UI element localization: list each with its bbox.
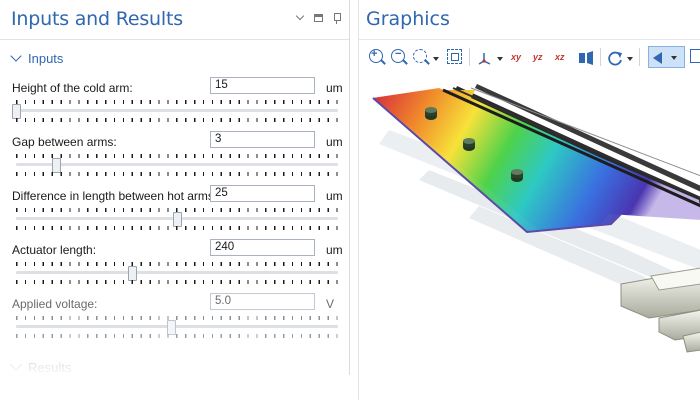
- inputs-results-panel: Inputs and Results Inputs Height of the …: [0, 0, 350, 375]
- slider-thumb[interactable]: [127, 266, 137, 281]
- slider-ticks: [16, 226, 338, 230]
- applied-voltage-row: Applied voltage: 5.0 V: [0, 293, 349, 339]
- graphics-panel: Graphics + − xy yz xz: [358, 0, 700, 400]
- zoom-box-icon[interactable]: [413, 49, 429, 67]
- gap-between-arms-slider[interactable]: [16, 154, 338, 176]
- actuator-length-slider[interactable]: [16, 262, 338, 284]
- slider-track: [16, 271, 338, 274]
- slider-ticks: [16, 172, 338, 176]
- rotate-icon[interactable]: [607, 49, 625, 67]
- actuator-length-label: Actuator length:: [12, 243, 97, 257]
- height-cold-arm-input[interactable]: 15: [210, 77, 315, 94]
- pin-icon[interactable]: [332, 13, 342, 24]
- axis-orientation-icon[interactable]: [476, 49, 494, 67]
- height-cold-arm-label: Height of the cold arm:: [12, 81, 133, 95]
- results-section-label: Results: [28, 359, 72, 375]
- actuator-length-unit: um: [326, 243, 343, 257]
- thermal-actuator-render: [372, 84, 700, 353]
- slider-ticks: [16, 316, 338, 320]
- slider-ticks: [16, 154, 338, 158]
- gap-between-arms-unit: um: [326, 135, 343, 149]
- height-cold-arm-unit: um: [326, 81, 343, 95]
- actuator-length-input[interactable]: 240: [210, 239, 315, 256]
- applied-voltage-input[interactable]: 5.0: [210, 293, 315, 310]
- frame-icon[interactable]: [690, 49, 700, 63]
- height-cold-arm-row: Height of the cold arm: 15 um: [0, 77, 349, 123]
- zoom-in-icon[interactable]: +: [369, 48, 385, 67]
- go-to-view-icon[interactable]: [578, 49, 594, 67]
- xz-view-label: xz: [555, 52, 565, 62]
- toolbar-separator: [469, 48, 470, 66]
- panel-header: Inputs and Results: [0, 0, 349, 40]
- chevron-down-icon[interactable]: [295, 13, 305, 23]
- toolbar-separator: [600, 48, 601, 66]
- hot-arm-length-diff-input[interactable]: 25: [210, 185, 315, 202]
- applied-voltage-slider[interactable]: [16, 316, 338, 338]
- chevron-down-icon[interactable]: [433, 57, 439, 61]
- speaker-icon: [653, 52, 662, 64]
- slider-ticks: [16, 118, 338, 122]
- graphics-header: Graphics: [359, 0, 700, 40]
- results-section-header[interactable]: Results: [0, 355, 349, 375]
- restore-window-icon[interactable]: [314, 14, 323, 22]
- hot-arm-length-diff-row: Difference in length between hot arms: 2…: [0, 185, 349, 231]
- hot-arm-length-diff-label: Difference in length between hot arms:: [12, 189, 218, 203]
- graphics-title: Graphics: [366, 8, 450, 30]
- caret-down-icon: [10, 359, 22, 371]
- hot-arm-length-diff-unit: um: [326, 189, 343, 203]
- slider-track: [16, 325, 338, 328]
- actuator-length-row: Actuator length: 240 um: [0, 239, 349, 285]
- height-cold-arm-slider[interactable]: [12, 100, 338, 122]
- slider-ticks: [16, 334, 338, 338]
- slider-ticks: [16, 280, 338, 284]
- applied-voltage-label: Applied voltage:: [12, 297, 98, 311]
- yz-view-icon[interactable]: yz: [533, 49, 549, 67]
- caret-down-icon: [10, 50, 22, 62]
- graphics-toolbar: + − xy yz xz: [359, 46, 700, 70]
- slider-thumb[interactable]: [166, 320, 176, 335]
- chevron-down-icon[interactable]: [627, 57, 633, 61]
- speaker-toggle-button[interactable]: [648, 46, 685, 68]
- zoom-extents-icon[interactable]: [447, 49, 463, 67]
- yz-view-label: yz: [533, 52, 543, 62]
- gap-between-arms-label: Gap between arms:: [12, 135, 117, 149]
- hot-arm-length-diff-slider[interactable]: [16, 208, 338, 230]
- xy-view-label: xy: [511, 52, 522, 62]
- toolbar-separator: [639, 48, 640, 66]
- xz-view-icon[interactable]: xz: [555, 49, 571, 67]
- panel-title: Inputs and Results: [11, 8, 183, 30]
- xy-view-icon[interactable]: xy: [511, 49, 527, 67]
- slider-thumb[interactable]: [173, 212, 182, 227]
- slider-ticks: [16, 262, 338, 266]
- chevron-down-icon[interactable]: [497, 57, 503, 61]
- gap-between-arms-input[interactable]: 3: [210, 131, 315, 148]
- slider-track: [16, 109, 338, 112]
- slider-ticks: [16, 100, 338, 104]
- slider-track: [16, 163, 338, 166]
- applied-voltage-unit: V: [326, 297, 335, 311]
- gap-between-arms-row: Gap between arms: 3 um: [0, 131, 349, 177]
- inputs-section-label: Inputs: [28, 50, 64, 66]
- chevron-down-icon[interactable]: [671, 56, 677, 60]
- panel-header-controls: [295, 13, 342, 24]
- slider-thumb[interactable]: [52, 158, 62, 173]
- zoom-out-icon[interactable]: −: [391, 48, 407, 67]
- slider-thumb[interactable]: [12, 104, 21, 119]
- graphics-viewport[interactable]: [359, 74, 700, 400]
- inputs-section-header[interactable]: Inputs: [0, 46, 349, 70]
